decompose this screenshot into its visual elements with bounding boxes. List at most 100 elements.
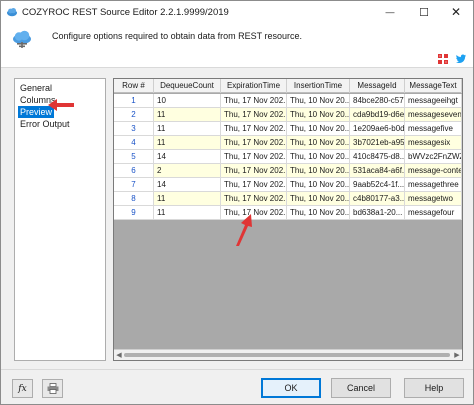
help-button[interactable]: Help <box>404 378 464 398</box>
column-header-message-text[interactable]: MessageText <box>405 79 462 93</box>
cell-dequeue-count[interactable]: 11 <box>154 206 221 220</box>
column-header-message-id[interactable]: MessageId <box>350 79 405 93</box>
table-row[interactable]: 4 11 Thu, 17 Nov 202... Thu, 10 Nov 20... 3b… <box>114 136 462 150</box>
cell-insertion-time[interactable]: Thu, 10 Nov 20... <box>287 192 350 206</box>
cell-dequeue-count[interactable]: 11 <box>154 136 221 150</box>
table-row[interactable]: 9 11 Thu, 17 Nov 202... Thu, 10 Nov 20... bd… <box>114 206 462 220</box>
nav-item-preview[interactable]: Preview <box>18 106 55 118</box>
cell-message-text[interactable]: messagetwo <box>405 192 462 206</box>
cozyroc-logo-icon[interactable] <box>437 53 449 65</box>
cell-dequeue-count[interactable]: 2 <box>154 164 221 178</box>
cell-message-text[interactable]: bWVzc2FnZWZv <box>405 150 462 164</box>
cell-expiration-time[interactable]: Thu, 17 Nov 202... <box>221 94 287 108</box>
cell-row-number[interactable]: 7 <box>114 178 154 192</box>
maximize-button[interactable]: ☐ <box>407 1 441 23</box>
cell-row-number[interactable]: 2 <box>114 108 154 122</box>
nav-item-general[interactable]: General <box>18 82 54 94</box>
cell-message-id[interactable]: 1e209ae6-b0d... <box>350 122 405 136</box>
cell-row-number[interactable]: 4 <box>114 136 154 150</box>
cell-insertion-time[interactable]: Thu, 10 Nov 20... <box>287 164 350 178</box>
printer-icon <box>47 383 58 394</box>
scroll-left-icon[interactable]: ◀ <box>114 350 124 360</box>
cell-expiration-time[interactable]: Thu, 17 Nov 202... <box>221 192 287 206</box>
cell-expiration-time[interactable]: Thu, 17 Nov 202... <box>221 150 287 164</box>
cell-dequeue-count[interactable]: 10 <box>154 94 221 108</box>
cell-row-number[interactable]: 9 <box>114 206 154 220</box>
cell-message-text[interactable]: messagethree <box>405 178 462 192</box>
cell-expiration-time[interactable]: Thu, 17 Nov 202... <box>221 122 287 136</box>
ok-button[interactable]: OK <box>261 378 321 398</box>
cell-insertion-time[interactable]: Thu, 10 Nov 20... <box>287 94 350 108</box>
nav-item-error-output[interactable]: Error Output <box>18 118 72 130</box>
app-cloud-icon <box>7 8 17 17</box>
cell-row-number[interactable]: 5 <box>114 150 154 164</box>
cell-row-number[interactable]: 1 <box>114 94 154 108</box>
expression-fx-button[interactable]: fx <box>12 379 33 398</box>
table-row[interactable]: 6 2 Thu, 17 Nov 202... Thu, 10 Nov 20... 531… <box>114 164 462 178</box>
cell-insertion-time[interactable]: Thu, 10 Nov 20... <box>287 150 350 164</box>
cell-dequeue-count[interactable]: 14 <box>154 150 221 164</box>
cell-message-text[interactable]: messagefive <box>405 122 462 136</box>
column-header-row-number[interactable]: Row # <box>114 79 154 93</box>
close-button[interactable]: ✕ <box>439 1 473 23</box>
cell-expiration-time[interactable]: Thu, 17 Nov 202... <box>221 136 287 150</box>
cell-dequeue-count[interactable]: 11 <box>154 122 221 136</box>
cell-dequeue-count[interactable]: 11 <box>154 108 221 122</box>
scroll-right-icon[interactable]: ▶ <box>452 350 462 360</box>
cell-message-text[interactable]: messageseven <box>405 108 462 122</box>
cell-message-text[interactable]: messagefour <box>405 206 462 220</box>
cell-message-text[interactable]: message-content <box>405 164 462 178</box>
column-header-expiration-time[interactable]: ExpirationTime <box>221 79 287 93</box>
print-button[interactable] <box>42 379 63 398</box>
cell-message-id[interactable]: cda9bd19-d6e... <box>350 108 405 122</box>
cell-message-id[interactable]: 531aca84-a6f... <box>350 164 405 178</box>
cell-insertion-time[interactable]: Thu, 10 Nov 20... <box>287 122 350 136</box>
cell-dequeue-count[interactable]: 14 <box>154 178 221 192</box>
cancel-button[interactable]: Cancel <box>331 378 391 398</box>
table-row[interactable]: 1 10 Thu, 17 Nov 202... Thu, 10 Nov 20... 84… <box>114 94 462 108</box>
fx-icon: fx <box>18 383 27 394</box>
cell-expiration-time[interactable]: Thu, 17 Nov 202... <box>221 206 287 220</box>
editor-window: COZYROC REST Source Editor 2.2.1.9999/20… <box>0 0 474 405</box>
cell-dequeue-count[interactable]: 11 <box>154 192 221 206</box>
cell-expiration-time[interactable]: Thu, 17 Nov 202... <box>221 178 287 192</box>
cell-message-id[interactable]: 84bce280-c57... <box>350 94 405 108</box>
footer-bar: fx OK Cancel Help <box>1 369 473 404</box>
cell-row-number[interactable]: 6 <box>114 164 154 178</box>
cell-message-id[interactable]: bd638a1-20... <box>350 206 405 220</box>
column-header-dequeue-count[interactable]: DequeueCount <box>154 79 221 93</box>
cell-expiration-time[interactable]: Thu, 17 Nov 202... <box>221 164 287 178</box>
cell-insertion-time[interactable]: Thu, 10 Nov 20... <box>287 108 350 122</box>
page-navigation-list: General Columns Preview Error Output <box>14 78 106 361</box>
scrollbar-thumb[interactable] <box>124 353 450 357</box>
horizontal-scrollbar[interactable]: ◀ ▶ <box>114 349 462 360</box>
cell-message-id[interactable]: c4b80177-a3... <box>350 192 405 206</box>
maximize-icon: ☐ <box>419 6 429 19</box>
cell-insertion-time[interactable]: Thu, 10 Nov 20... <box>287 178 350 192</box>
grid-rows: 1 10 Thu, 17 Nov 202... Thu, 10 Nov 20... 84… <box>114 94 462 220</box>
cell-message-text[interactable]: messageeihgt <box>405 94 462 108</box>
twitter-icon[interactable] <box>455 53 467 65</box>
cell-row-number[interactable]: 8 <box>114 192 154 206</box>
cell-row-number[interactable]: 3 <box>114 122 154 136</box>
cell-insertion-time[interactable]: Thu, 10 Nov 20... <box>287 136 350 150</box>
table-row[interactable]: 7 14 Thu, 17 Nov 202... Thu, 10 Nov 20... 9a… <box>114 178 462 192</box>
table-row[interactable]: 2 11 Thu, 17 Nov 202... Thu, 10 Nov 20... cd… <box>114 108 462 122</box>
minimize-button[interactable]: — <box>373 1 407 23</box>
cell-message-id[interactable]: 3b7021eb-a95... <box>350 136 405 150</box>
header-description: Configure options required to obtain dat… <box>52 31 302 41</box>
column-header-insertion-time[interactable]: InsertionTime <box>287 79 350 93</box>
table-row[interactable]: 5 14 Thu, 17 Nov 202... Thu, 10 Nov 20... 41… <box>114 150 462 164</box>
cell-message-id[interactable]: 9aab52c4-1f... <box>350 178 405 192</box>
nav-item-columns[interactable]: Columns <box>18 94 58 106</box>
cell-message-text[interactable]: messagesix <box>405 136 462 150</box>
close-icon: ✕ <box>450 5 462 19</box>
title-bar[interactable]: COZYROC REST Source Editor 2.2.1.9999/20… <box>1 1 473 23</box>
preview-grid[interactable]: Row # DequeueCount ExpirationTime Insert… <box>113 78 463 361</box>
cell-message-id[interactable]: 410c8475-d8... <box>350 150 405 164</box>
cell-insertion-time[interactable]: Thu, 10 Nov 20... <box>287 206 350 220</box>
table-row[interactable]: 8 11 Thu, 17 Nov 202... Thu, 10 Nov 20... c4… <box>114 192 462 206</box>
cell-expiration-time[interactable]: Thu, 17 Nov 202... <box>221 108 287 122</box>
table-row[interactable]: 3 11 Thu, 17 Nov 202... Thu, 10 Nov 20... 1e… <box>114 122 462 136</box>
rest-cloud-icon <box>13 30 31 48</box>
